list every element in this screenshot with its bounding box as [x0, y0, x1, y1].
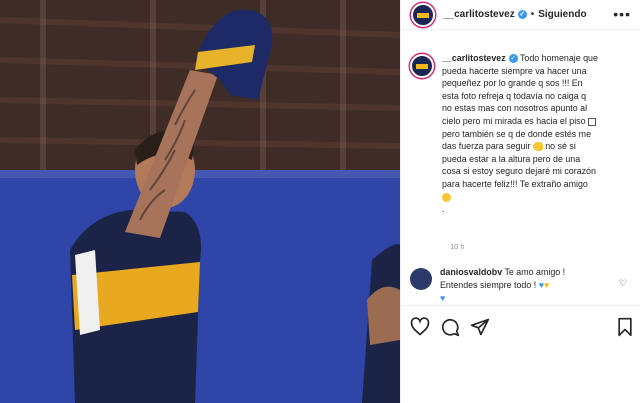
like-heart-icon[interactable]	[410, 317, 430, 337]
caption-line-0: Todo homenaje que	[519, 53, 598, 63]
caption-line-9: pueda estar a la altura pero de una	[442, 153, 581, 164]
share-send-icon[interactable]	[470, 317, 490, 337]
post-caption: __carlitostevez ✓ Todo homenaje que pueda…	[410, 52, 635, 216]
post-timestamp: 10 h	[450, 242, 465, 251]
caption-line-2: pequeñez por lo grande q sos !!! En	[442, 78, 583, 89]
commenter-username[interactable]: daniosvaldobv	[440, 267, 502, 277]
author-username[interactable]: __carlitostevez ✓	[443, 9, 527, 20]
follow-status-button[interactable]: Siguiendo	[538, 9, 586, 20]
caption-author-avatar[interactable]	[410, 54, 434, 78]
verified-icon: ✓	[517, 9, 527, 19]
caption-line-11: para hacerte feliz!!! Te extraño amigo	[442, 178, 588, 189]
post-photo	[0, 0, 400, 403]
caption-username[interactable]: __carlitostevez	[442, 53, 506, 63]
comment-item: daniosvaldobv Te amo amigo ! Entendes si…	[410, 266, 635, 305]
comment-like-icon[interactable]: ♡	[619, 278, 627, 289]
missing-emoji-icon	[588, 117, 597, 126]
blue-heart-icon-2: ♥	[440, 293, 446, 303]
flexed-biceps-icon	[532, 142, 543, 152]
caption-line-3: esta foto refreja q todavía no caiga q	[442, 90, 587, 101]
separator-dot: •	[530, 9, 535, 20]
yellow-heart-icon: ♥	[543, 280, 550, 290]
author-avatar[interactable]	[411, 2, 435, 27]
commenter-avatar[interactable]	[410, 268, 432, 290]
comment-line-1: Te amo amigo !	[504, 267, 566, 277]
comment-line-2: Entendes siempre todo !	[440, 280, 537, 290]
caption-text: __carlitostevez ✓ Todo homenaje que pueda…	[442, 52, 635, 216]
sad-face-icon	[442, 192, 451, 202]
caption-line-1: pueda hacerte siempre va hacer una	[442, 65, 587, 76]
caption-line-5: cielo pero mi mirada es hacia el piso	[442, 115, 586, 126]
caption-line-12: .	[442, 204, 445, 215]
caption-line-8: no sé si	[545, 141, 576, 152]
ellipsis-icon[interactable]: •••	[613, 6, 631, 22]
caption-line-6: pero también se q de donde estés me	[442, 128, 591, 139]
bookmark-icon[interactable]	[616, 317, 634, 337]
caption-line-7: das fuerza para seguir	[442, 141, 531, 152]
post-actions-bar	[400, 305, 640, 347]
caption-line-10: cosa si estoy seguro dejaré mi corazón	[442, 166, 596, 177]
post-header: __carlitostevez ✓ • Siguiendo •••	[401, 0, 640, 30]
author-username-text[interactable]: __carlitostevez	[443, 9, 515, 20]
comment-text: daniosvaldobv Te amo amigo ! Entendes si…	[440, 266, 610, 305]
verified-icon: ✓	[508, 54, 518, 64]
comment-bubble-icon[interactable]	[440, 317, 460, 337]
caption-line-4: no estas mas con nosotros apunto al	[442, 103, 588, 114]
